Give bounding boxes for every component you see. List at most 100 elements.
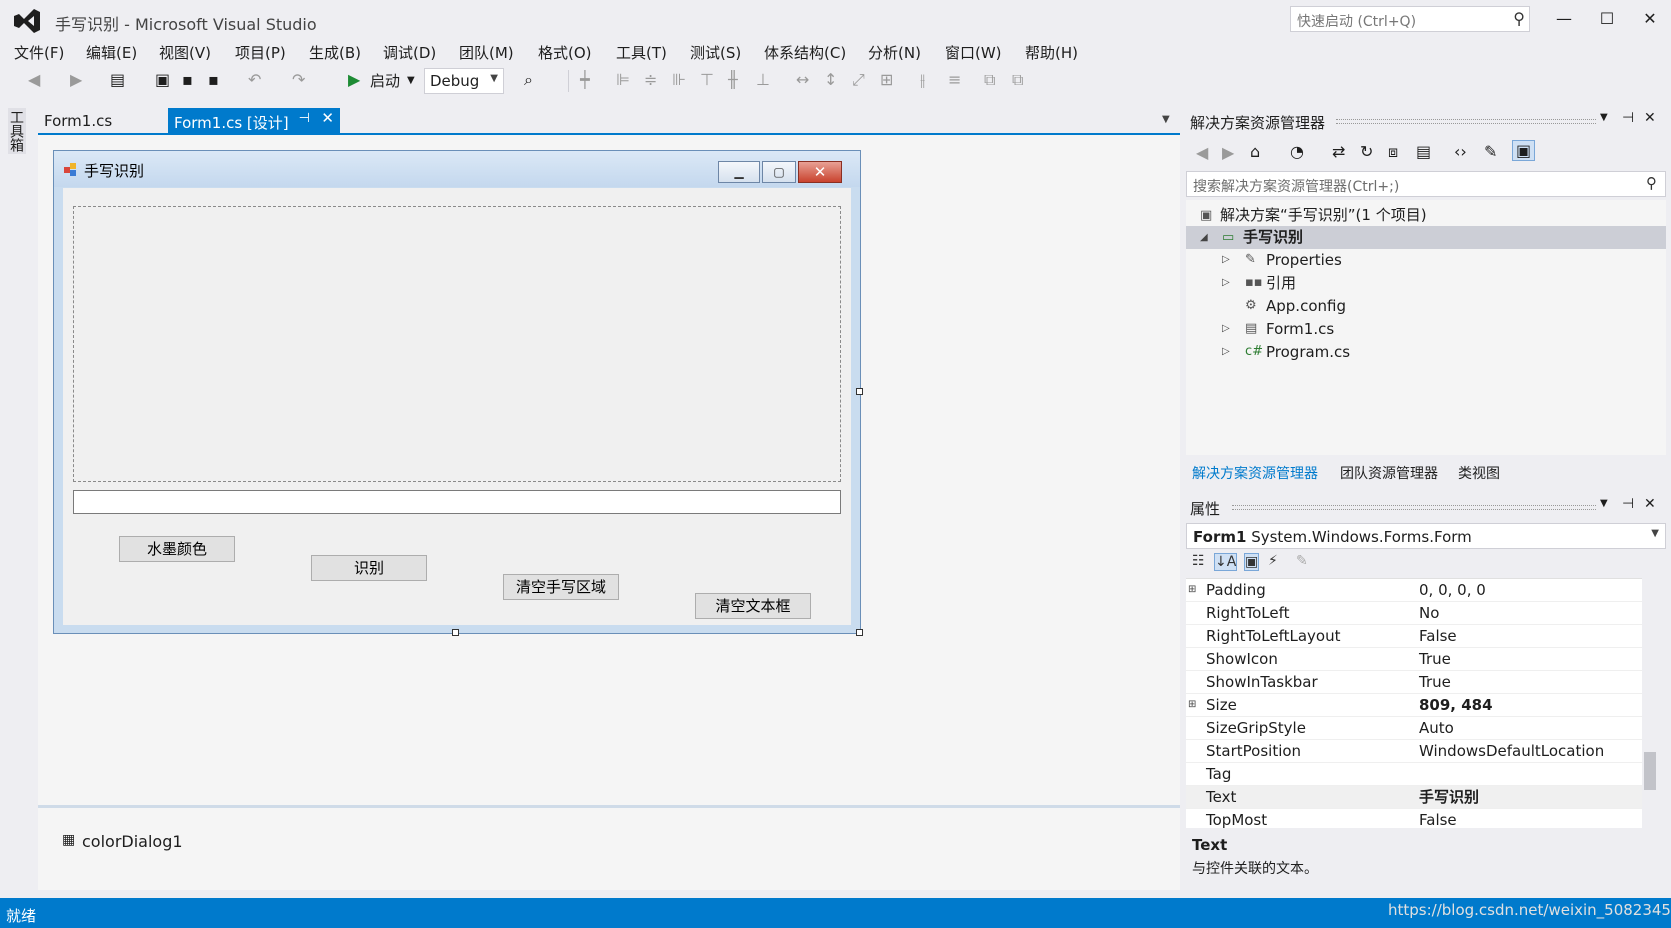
tab-class-view[interactable]: 类视图 bbox=[1458, 463, 1500, 483]
menu-debug[interactable]: 调试(D) bbox=[383, 42, 436, 63]
property-row[interactable]: RightToLeftLayout False bbox=[1186, 625, 1642, 648]
back-icon[interactable]: ◀ bbox=[1196, 143, 1208, 162]
tab-overflow-icon[interactable]: ▼ bbox=[1162, 114, 1170, 125]
find-in-files-icon[interactable]: ⌕ bbox=[524, 70, 533, 90]
tree-item-project[interactable]: 手写识别 bbox=[1243, 226, 1303, 249]
back-icon[interactable]: ◀ bbox=[28, 70, 40, 89]
new-project-icon[interactable]: ▤ bbox=[110, 70, 125, 89]
show-all-files-icon[interactable]: ▤ bbox=[1416, 142, 1431, 161]
tab-solution-explorer[interactable]: 解决方案资源管理器 bbox=[1192, 463, 1318, 483]
send-to-back-icon[interactable]: ⧉ bbox=[1012, 70, 1023, 90]
refresh-icon[interactable]: ↻ bbox=[1360, 142, 1373, 161]
forward-icon[interactable]: ▶ bbox=[70, 70, 82, 89]
same-height-icon[interactable]: ↕ bbox=[824, 70, 837, 89]
start-button-label[interactable]: 启动 bbox=[370, 70, 400, 91]
property-row[interactable]: ⊞ Padding 0, 0, 0, 0 bbox=[1186, 579, 1642, 602]
resize-handle-right[interactable] bbox=[856, 388, 863, 395]
tab-form1-design[interactable]: Form1.cs [设计] ⊣ ✕ bbox=[168, 108, 340, 133]
menu-project[interactable]: 项目(P) bbox=[235, 42, 286, 63]
open-file-icon[interactable]: ▣ bbox=[155, 70, 170, 89]
property-row[interactable]: Tag bbox=[1186, 763, 1642, 786]
tree-item-app-config[interactable]: App.config bbox=[1266, 295, 1346, 318]
property-value[interactable]: Auto bbox=[1419, 717, 1454, 739]
clear-ink-area-button[interactable]: 清空手写区域 bbox=[503, 574, 619, 600]
view-designer-icon[interactable]: ▣ bbox=[1512, 140, 1536, 161]
expand-arrow-icon[interactable]: ▷ bbox=[1222, 323, 1230, 334]
tab-form1-cs[interactable]: Form1.cs bbox=[38, 108, 166, 133]
alphabetical-icon[interactable]: ↓A bbox=[1214, 553, 1238, 571]
pin-icon[interactable]: ⊣ bbox=[1622, 496, 1634, 512]
history-icon[interactable]: ◔ bbox=[1290, 142, 1304, 161]
save-all-icon[interactable]: ▪ bbox=[208, 70, 219, 89]
align-center-icon[interactable]: ≑ bbox=[644, 70, 657, 89]
expand-plus-icon[interactable]: ⊞ bbox=[1188, 579, 1196, 601]
same-size-icon[interactable]: ⤢ bbox=[852, 70, 865, 90]
menu-analyze[interactable]: 分析(N) bbox=[868, 42, 921, 63]
categorized-icon[interactable]: ☷ bbox=[1192, 553, 1205, 569]
menu-test[interactable]: 测试(S) bbox=[690, 42, 741, 63]
property-row-selected[interactable]: Text 手写识别 bbox=[1186, 786, 1642, 809]
result-textbox[interactable] bbox=[73, 490, 841, 514]
collapse-arrow-icon[interactable]: ◢ bbox=[1200, 232, 1208, 243]
expand-arrow-icon[interactable]: ▷ bbox=[1222, 254, 1230, 265]
toolbox-tab[interactable]: 工具箱 bbox=[8, 108, 26, 154]
align-left-icon[interactable]: ⊫ bbox=[616, 70, 630, 89]
expand-arrow-icon[interactable]: ▷ bbox=[1222, 346, 1230, 357]
close-icon[interactable]: ✕ bbox=[1644, 496, 1656, 512]
close-icon[interactable]: ✕ bbox=[1644, 110, 1656, 126]
panel-dropdown-icon[interactable]: ▼ bbox=[1600, 112, 1608, 123]
property-row[interactable]: TopMost False bbox=[1186, 809, 1642, 832]
clear-textbox-button[interactable]: 清空文本框 bbox=[695, 593, 811, 619]
property-value[interactable]: False bbox=[1419, 809, 1457, 831]
same-width-icon[interactable]: ↔ bbox=[796, 70, 809, 89]
menu-team[interactable]: 团队(M) bbox=[459, 42, 514, 63]
chevron-down-icon[interactable]: ▼ bbox=[407, 75, 415, 86]
property-value[interactable]: WindowsDefaultLocation bbox=[1419, 740, 1604, 762]
color-dialog-component[interactable]: colorDialog1 bbox=[82, 832, 183, 851]
menu-view[interactable]: 视图(V) bbox=[159, 42, 211, 63]
align-right-icon[interactable]: ⊪ bbox=[672, 70, 686, 89]
property-pages-icon[interactable]: ✎ bbox=[1296, 553, 1308, 569]
tree-item-program-cs[interactable]: Program.cs bbox=[1266, 341, 1350, 364]
ink-color-button[interactable]: 水墨颜色 bbox=[119, 536, 235, 562]
property-value[interactable]: False bbox=[1419, 625, 1457, 647]
resize-handle-corner[interactable] bbox=[856, 629, 863, 636]
events-icon[interactable]: ⚡ bbox=[1268, 553, 1278, 569]
tree-item-solution[interactable]: 解决方案“手写识别”(1 个项目) bbox=[1220, 204, 1427, 227]
property-row[interactable]: ShowInTaskbar True bbox=[1186, 671, 1642, 694]
scrollbar-thumb[interactable] bbox=[1644, 752, 1656, 790]
bring-to-front-icon[interactable]: ⧉ bbox=[984, 70, 995, 90]
menu-edit[interactable]: 编辑(E) bbox=[86, 42, 137, 63]
properties-wrench-icon[interactable]: ✎ bbox=[1484, 142, 1497, 161]
solution-search-input[interactable]: 搜索解决方案资源管理器(Ctrl+;) ⚲ bbox=[1186, 171, 1666, 197]
pin-icon[interactable]: ⊣ bbox=[1622, 110, 1634, 126]
close-button[interactable]: ✕ bbox=[1632, 6, 1668, 32]
panel-dropdown-icon[interactable]: ▼ bbox=[1600, 498, 1608, 509]
property-row[interactable]: ShowIcon True bbox=[1186, 648, 1642, 671]
redo-icon[interactable]: ↷ bbox=[292, 70, 305, 89]
forward-icon[interactable]: ▶ bbox=[1222, 143, 1234, 162]
menu-build[interactable]: 生成(B) bbox=[309, 42, 361, 63]
resize-handle-bottom[interactable] bbox=[452, 629, 459, 636]
vertical-spacing-icon[interactable]: ≡ bbox=[948, 70, 961, 89]
property-row[interactable]: SizeGripStyle Auto bbox=[1186, 717, 1642, 740]
property-value[interactable]: 809, 484 bbox=[1419, 694, 1493, 716]
align-top-icon[interactable]: ⊤ bbox=[700, 70, 714, 89]
menu-window[interactable]: 窗口(W) bbox=[945, 42, 1002, 63]
undo-icon[interactable]: ↶ bbox=[248, 70, 261, 89]
save-icon[interactable]: ▪ bbox=[182, 70, 193, 89]
property-row[interactable]: ⊞ Size 809, 484 bbox=[1186, 694, 1642, 717]
property-value[interactable]: 0, 0, 0, 0 bbox=[1419, 579, 1486, 601]
size-to-grid-icon[interactable]: ⊞ bbox=[880, 70, 893, 89]
menu-format[interactable]: 格式(O) bbox=[538, 42, 592, 63]
property-value[interactable]: No bbox=[1419, 602, 1439, 624]
tab-team-explorer[interactable]: 团队资源管理器 bbox=[1340, 463, 1438, 483]
quick-launch-input[interactable]: 快速启动 (Ctrl+Q) ⚲ bbox=[1290, 6, 1530, 32]
menu-architecture[interactable]: 体系结构(C) bbox=[764, 42, 846, 63]
align-bottom-icon[interactable]: ⊥ bbox=[756, 70, 770, 89]
property-row[interactable]: StartPosition WindowsDefaultLocation bbox=[1186, 740, 1642, 763]
expand-arrow-icon[interactable]: ▷ bbox=[1222, 277, 1230, 288]
minimize-button[interactable]: — bbox=[1546, 6, 1582, 32]
tree-item-properties[interactable]: Properties bbox=[1266, 249, 1342, 272]
menu-file[interactable]: 文件(F) bbox=[14, 42, 64, 63]
